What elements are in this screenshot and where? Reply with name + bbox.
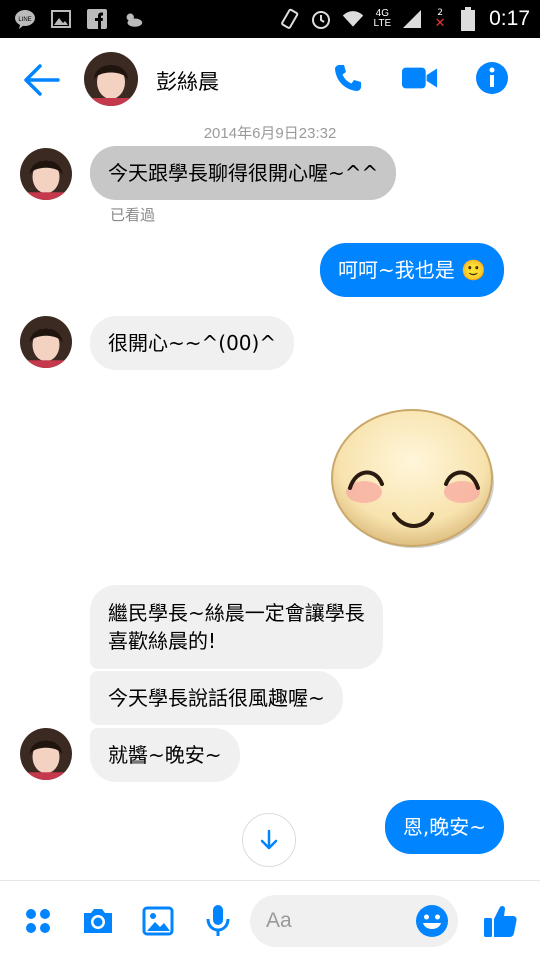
incoming-message-bubble[interactable]: 今天學長說話很風趣喔~ bbox=[90, 671, 343, 725]
message-input[interactable] bbox=[266, 905, 406, 937]
image-icon bbox=[142, 906, 174, 936]
sender-avatar[interactable] bbox=[20, 728, 72, 780]
message-text-line: 繼民學長~絲晨一定會讓學長 bbox=[108, 601, 365, 625]
sender-avatar[interactable] bbox=[20, 148, 72, 200]
status-right-icons: 4G LTE 2 ✕ 0:17 bbox=[278, 4, 530, 34]
message-text-line: 喜歡絲晨的! bbox=[108, 629, 217, 653]
alarm-icon bbox=[310, 8, 332, 30]
video-call-button[interactable] bbox=[402, 60, 438, 96]
status-bar: LINE 4G LTE 2 ✕ 0:17 bbox=[0, 0, 540, 38]
emoji-icon bbox=[416, 905, 448, 937]
line-icon: LINE bbox=[14, 8, 36, 30]
like-button[interactable] bbox=[480, 901, 520, 941]
wifi-icon bbox=[342, 8, 364, 30]
arrow-down-icon bbox=[260, 829, 278, 850]
gallery-button[interactable] bbox=[138, 901, 178, 941]
apps-grid-icon bbox=[26, 909, 50, 933]
gallery-icon bbox=[50, 8, 72, 30]
contact-avatar[interactable] bbox=[84, 52, 138, 106]
contact-name[interactable]: 彭絲晨 bbox=[156, 66, 219, 96]
facebook-icon bbox=[86, 8, 108, 30]
conversation-header: 彭絲晨 bbox=[0, 38, 540, 120]
camera-icon bbox=[84, 909, 112, 933]
emoji-button[interactable] bbox=[414, 903, 450, 939]
microphone-icon bbox=[206, 905, 230, 936]
sender-avatar[interactable] bbox=[20, 316, 72, 368]
network-type-label: 4G LTE bbox=[373, 8, 392, 29]
weather-icon bbox=[122, 8, 144, 30]
incoming-message-bubble[interactable]: 繼民學長~絲晨一定會讓學長 喜歡絲晨的! bbox=[90, 585, 383, 669]
incoming-message-bubble[interactable]: 很開心~~^(00)^ bbox=[90, 316, 295, 370]
incoming-message-bubble[interactable]: 今天跟學長聊得很開心喔~^^ bbox=[90, 146, 397, 200]
no-sim-x-icon: ✕ bbox=[434, 16, 446, 31]
sim-badge: 2 ✕ bbox=[434, 8, 446, 31]
back-arrow-icon bbox=[24, 64, 60, 96]
outgoing-message-bubble[interactable]: 恩,晚安~ bbox=[384, 800, 504, 854]
outgoing-message-bubble[interactable]: 呵呵~我也是 🙂 bbox=[319, 243, 504, 297]
status-left-icons: LINE bbox=[14, 8, 144, 30]
message-composer bbox=[0, 880, 540, 960]
seen-label: 已看過 bbox=[110, 206, 156, 224]
back-button[interactable] bbox=[22, 62, 62, 98]
smiling-face-sticker[interactable] bbox=[328, 404, 498, 552]
status-time: 0:17 bbox=[489, 7, 530, 30]
battery-icon bbox=[457, 7, 479, 31]
scroll-to-bottom-button[interactable] bbox=[242, 813, 296, 867]
phone-icon bbox=[335, 65, 361, 91]
info-icon bbox=[476, 62, 508, 94]
conversation-info-button[interactable] bbox=[474, 60, 510, 96]
incoming-message-bubble[interactable]: 就醬~晚安~ bbox=[90, 728, 240, 782]
svg-text:LINE: LINE bbox=[18, 17, 31, 23]
outgoing-message-text: 呵呵~我也是 🙂 bbox=[337, 258, 486, 282]
thumbs-up-icon bbox=[484, 905, 517, 937]
message-input-container[interactable] bbox=[250, 895, 458, 947]
apps-button[interactable] bbox=[18, 901, 58, 941]
voice-clip-button[interactable] bbox=[198, 901, 238, 941]
camera-button[interactable] bbox=[78, 901, 118, 941]
video-camera-icon bbox=[402, 67, 438, 89]
voice-call-button[interactable] bbox=[330, 60, 366, 96]
signal-icon bbox=[401, 8, 423, 30]
message-timestamp: 2014年6月9日23:32 bbox=[203, 125, 337, 142]
rotate-icon bbox=[278, 8, 300, 30]
